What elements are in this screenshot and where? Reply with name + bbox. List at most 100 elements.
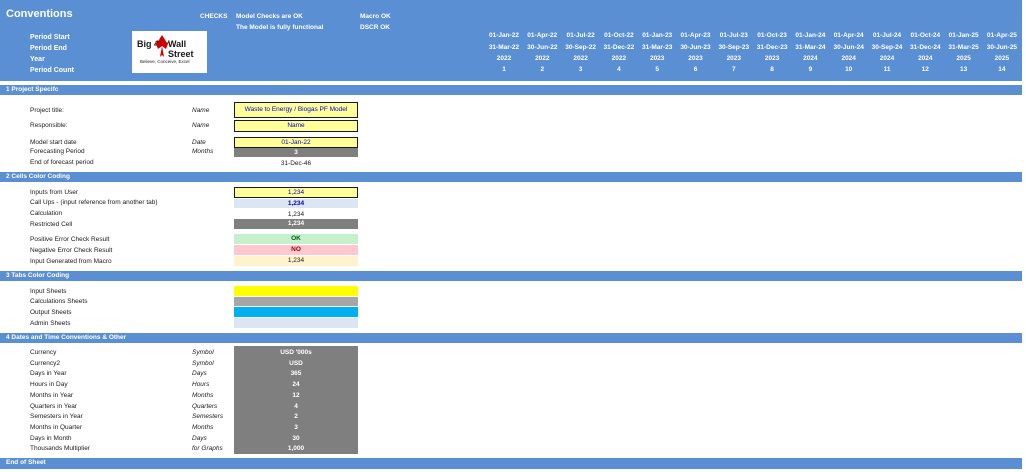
end-forecast-cell: 31-Dec-46 [280, 160, 312, 167]
semesters-in-year-value: 2 [294, 413, 298, 421]
quarters-in-year-label: Quarters in Year [30, 402, 77, 410]
period-year-1: 2022 [496, 55, 512, 62]
quarters-in-year-value: 4 [294, 402, 298, 410]
thousands-multiplier-value: 1,000 [287, 445, 305, 453]
period-start-10: 01-Apr-24 [833, 32, 864, 39]
calculation-label: Calculation [30, 210, 63, 217]
days-in-month-value: 30 [292, 434, 300, 442]
period-start-8: 01-Oct-23 [757, 32, 787, 39]
negative-check-label: Negative Error Check Result [30, 247, 113, 254]
days-in-month-label: Days in Month [30, 434, 72, 442]
period-year-8: 2023 [764, 55, 780, 62]
inputs-user-cell[interactable]: 1,234 [234, 187, 358, 198]
months-in-year-unit: Months [192, 391, 214, 399]
period-end-8: 31-Dec-23 [756, 44, 788, 51]
checks-label: CHECKS [200, 13, 228, 20]
sheet-title: Conventions [6, 8, 73, 20]
callups-label: Call Ups - (input reference from another… [30, 199, 158, 206]
period-start-5: 01-Jan-23 [642, 32, 673, 39]
calculation-cell: 1,234 [287, 211, 305, 218]
dscr-status: DSCR OK [360, 24, 390, 31]
section-tabs-color-coding: 3 Tabs Color Coding [0, 271, 1022, 281]
forecasting-period-cell: 3 [234, 148, 358, 157]
thousands-multiplier-label: Thousands Multiplier [30, 445, 90, 453]
period-count-14: 14 [998, 66, 1006, 73]
months-in-year-value: 12 [292, 391, 300, 399]
period-end-13: 31-Mar-25 [948, 44, 979, 51]
period-end-1: 31-Mar-22 [488, 44, 520, 51]
period-year-9: 2024 [803, 55, 818, 62]
currency-value: USD '000s [280, 349, 312, 356]
period-year-7: 2023 [726, 55, 742, 62]
period-start-7: 01-Jul-23 [719, 32, 748, 39]
days-in-year-label: Days in Year [30, 370, 67, 378]
tab-output-swatch [234, 307, 358, 317]
period-end-4: 31-Dec-22 [603, 44, 635, 51]
months-in-quarter-unit: Months [192, 423, 214, 431]
model-start-input[interactable]: 01-Jan-22 [234, 137, 358, 148]
section-dates-time: 4 Dates and Time Conventions & Other [0, 333, 1022, 343]
months-in-year-label: Months in Year [30, 391, 74, 399]
tab-output-label: Output Sheets [30, 309, 72, 316]
macro-input-cell: 1,234 [234, 256, 358, 266]
period-count-5: 5 [655, 66, 659, 73]
project-title-input[interactable]: Waste to Energy / Biogas PF Model [234, 102, 358, 118]
period-end-7: 30-Sep-23 [718, 44, 750, 51]
period-end-6: 30-Jun-23 [680, 44, 711, 51]
period-year-2: 2022 [535, 55, 550, 62]
period-count-3: 3 [578, 66, 583, 73]
period-start-6: 01-Apr-23 [680, 32, 711, 39]
period-year-14: 2025 [994, 55, 1010, 62]
responsible-input[interactable]: Name [234, 120, 358, 132]
forecasting-period-label: Forecasting Period [30, 148, 85, 155]
positive-check-cell: OK [234, 234, 358, 244]
tab-calc-swatch [234, 297, 358, 306]
days-in-year-value: 365 [290, 370, 302, 378]
currency2-label: Currency2 [30, 359, 60, 367]
period-year-10: 2024 [841, 55, 856, 62]
months-in-quarter-label: Months in Quarter [30, 423, 83, 431]
period-end-2: 30-Jun-22 [527, 44, 558, 51]
period-end-5: 31-Mar-23 [642, 44, 673, 51]
restricted-cell: 1,234 [234, 219, 358, 229]
period-end-9: 31-Mar-24 [795, 44, 826, 51]
project-title-unit: Name [192, 107, 210, 114]
responsible-label: Responsible: [30, 122, 68, 129]
period-year-5: 2023 [649, 55, 665, 62]
period-start-14: 01-Apr-25 [986, 32, 1017, 39]
period-year-11: 2024 [879, 55, 895, 62]
tab-admin-swatch [234, 318, 358, 328]
period-year-13: 2025 [956, 55, 971, 62]
period-end-label: Period End [30, 45, 67, 52]
period-count-13: 13 [959, 66, 968, 73]
sheet-header: Conventions CHECKS Model Checks are OK T… [0, 0, 1022, 81]
period-count-9: 9 [808, 66, 813, 73]
responsible-unit: Name [192, 122, 210, 129]
currency-label: Currency [30, 349, 57, 356]
period-year-4: 2022 [611, 55, 627, 62]
macro-status: Macro OK [360, 13, 391, 20]
end-of-sheet-bar: End of Sheet [0, 458, 1022, 469]
tab-input-label: Input Sheets [30, 288, 67, 295]
period-end-10: 30-Jun-24 [833, 44, 864, 51]
period-end-14: 30-Jun-25 [986, 44, 1018, 51]
tab-calc-label: Calculations Sheets [30, 298, 88, 305]
period-start-13: 01-Jan-25 [948, 32, 979, 39]
macro-input-label: Input Generated from Macro [30, 258, 112, 265]
negative-check-cell: NO [234, 245, 358, 255]
period-year-3: 2022 [573, 55, 588, 62]
days-in-year-unit: Days [192, 370, 207, 378]
period-year-12: 2024 [918, 55, 933, 62]
currency2-value: USD [289, 359, 303, 367]
model-start-unit: Date [192, 139, 206, 146]
section-cells-color-coding: 2 Cells Color Coding [0, 172, 1022, 182]
callups-cell: 1,234 [234, 199, 358, 208]
thousands-multiplier-unit: for Graphs [192, 445, 223, 453]
hours-in-day-label: Hours in Day [30, 381, 68, 389]
period-count-label: Period Count [30, 67, 74, 74]
period-count-2: 2 [540, 66, 545, 73]
days-in-month-unit: Days [192, 434, 207, 442]
hours-in-day-unit: Hours [192, 381, 210, 389]
model-functional-status: The Model is fully functional [236, 24, 324, 31]
semesters-in-year-label: Semesters in Year [30, 413, 83, 421]
